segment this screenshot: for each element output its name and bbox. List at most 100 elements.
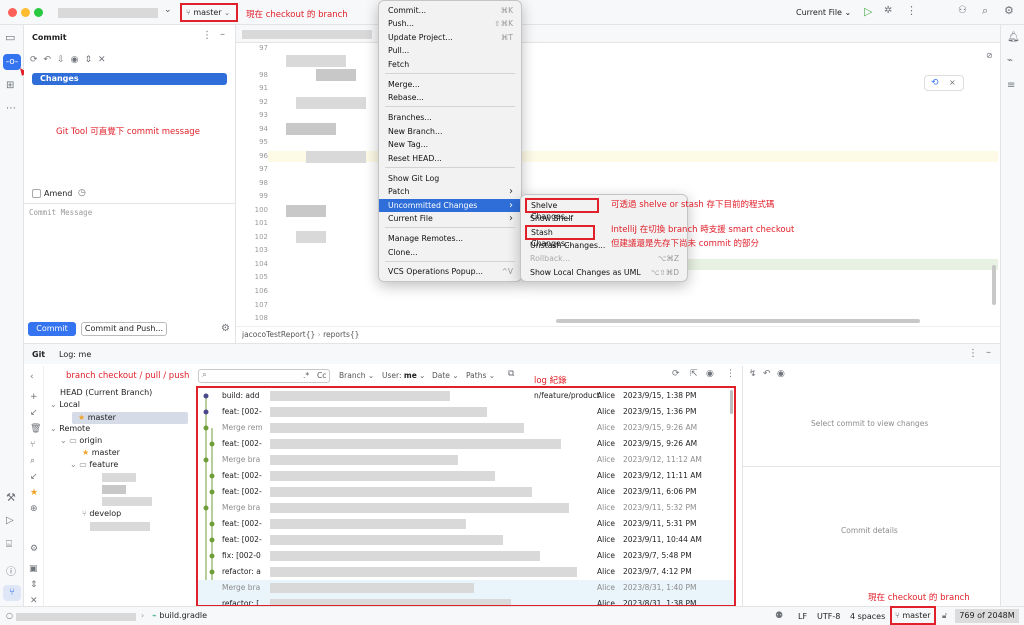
tree-node-origin-master[interactable]: ★ master [82,448,120,457]
tab-log-me[interactable]: Log: me [59,350,91,359]
branch-filter[interactable]: Branch ⌄ [339,371,374,380]
cherry-pick-icon[interactable]: ⇱ [690,369,698,379]
menu-item-clone[interactable]: Clone... [379,246,521,259]
log-row[interactable]: Merge bra Alice 2023/8/31, 1:40 PM [198,580,734,596]
debug-icon[interactable]: ✲ [884,5,892,16]
log-search-input[interactable]: ⌕ .* Cc [198,369,330,383]
terminal-icon[interactable]: ⌸ [6,539,12,550]
horizontal-scrollbar[interactable] [556,319,920,323]
account-icon[interactable]: ⚇ [958,5,967,16]
file-encoding[interactable]: UTF-8 [817,612,840,621]
run-tool-icon[interactable]: ▷ [6,515,14,526]
status-branch-widget[interactable]: ⑂ master [890,606,936,625]
collapse-branches-icon[interactable]: ‹ [30,372,34,382]
editor-tab[interactable] [242,30,372,39]
menu-item-manage-remotes[interactable]: Manage Remotes... [379,232,521,245]
file-path[interactable]: ⌁ build.gradle [152,611,207,620]
menu-item-fetch[interactable]: Fetch [379,58,521,71]
path-segment[interactable] [16,613,136,621]
diff-icon[interactable]: ↯ [749,369,757,379]
date-filter[interactable]: Date ⌄ [432,371,459,380]
tree-node-feature-branch[interactable] [102,497,152,506]
git-tool-icon[interactable]: ⑂ [3,585,21,601]
log-row[interactable]: Merge bra Alice 2023/9/11, 5:32 PM [198,500,734,516]
log-row[interactable]: feat: [002- Alice 2023/9/11, 6:06 PM [198,484,734,500]
breadcrumb-item[interactable]: jacocoTestReport{} [242,330,315,339]
tree-node-develop[interactable]: ⑂ develop [82,509,121,518]
log-row[interactable]: feat: [002- Alice 2023/9/12, 11:11 AM [198,468,734,484]
log-row[interactable]: feat: [002- Alice 2023/9/15, 9:26 AM [198,436,734,452]
tree-node-local[interactable]: ⌄ Local [50,400,80,409]
show-details-icon[interactable]: ◉ [706,369,714,379]
favorite-icon[interactable]: ★ [30,488,38,498]
close-icon[interactable]: × [949,78,956,87]
user-filter[interactable]: User: me ⌄ [382,371,425,380]
project-chevron-icon[interactable]: ⌄ [164,5,172,15]
branch-widget[interactable]: ⑂ master ⌄ [180,3,238,22]
add-icon[interactable]: + [30,392,38,402]
settings-icon[interactable]: ⚙ [1004,4,1014,17]
view-icon[interactable]: ◉ [777,369,785,379]
hide-panel-icon[interactable]: – [986,347,991,358]
tree-node-feature-branch[interactable] [102,473,136,482]
regex-toggle[interactable]: .* [303,371,309,380]
search-icon[interactable]: ⌕ [982,4,988,18]
preview-icon[interactable]: ▣ [29,564,38,574]
more-icon[interactable]: ⋮ [726,369,735,379]
indent-setting[interactable]: 4 spaces [850,612,885,621]
update-icon[interactable]: ↙ [30,408,38,418]
tree-node-feature[interactable]: ⌄ ▭ feature [70,460,118,469]
tree-node-origin[interactable]: ⌄ ▭ origin [60,436,102,445]
log-row[interactable]: feat: [002- Alice 2023/9/15, 1:36 PM [198,404,734,420]
menu-item-current-file[interactable]: Current File › [379,212,521,225]
commit-options-icon[interactable]: ⚙ [221,323,230,334]
menu-item-reset-head[interactable]: Reset HEAD... [379,152,521,165]
menu-item-merge[interactable]: Merge... [379,78,521,91]
panel-options-icon[interactable]: ⋮ [968,348,978,359]
search-icon[interactable]: ⌕ [30,456,35,466]
menu-item-commit[interactable]: Commit... ⌘K [379,4,521,17]
menu-item-patch[interactable]: Patch › [379,185,521,198]
log-row[interactable]: feat: [002- Alice 2023/9/11, 10:44 AM [198,532,734,548]
paths-filter[interactable]: Paths ⌄ [466,371,495,380]
commit-and-push-button[interactable]: Commit and Push... [81,322,167,336]
run-icon[interactable]: ▷ [864,5,872,18]
more-icon[interactable]: ⋮ [906,4,917,17]
tree-node-remote[interactable]: ⌄ Remote [50,424,90,433]
rollback-icon[interactable]: ↶ [44,55,58,65]
vertical-scrollbar[interactable] [992,265,996,305]
build-icon[interactable]: ⚒ [6,491,16,504]
database-icon[interactable]: ≡ [1007,80,1015,91]
commit-message-field[interactable]: Commit Message [29,208,229,318]
fetch-icon[interactable]: ↙ [30,472,38,482]
new-tab-icon[interactable]: ⧉ [508,369,514,379]
amend-checkbox[interactable] [32,189,41,198]
gradle-icon[interactable]: ⌁ [1007,55,1013,66]
menu-item-new-branch[interactable]: New Branch... [379,125,521,138]
run-config-selector[interactable]: Current File ⌄ [796,8,851,17]
expand-icon[interactable]: ⇕ [85,55,99,65]
menu-item-branches[interactable]: Branches... [379,111,521,124]
compare-icon[interactable]: ⑂ [30,440,35,450]
problems-icon[interactable]: ⓘ [6,563,16,578]
log-row[interactable]: build: add n/feature/product Alice 2023/9/1… [198,388,734,404]
log-row[interactable]: fix: [002-0 Alice 2023/9/7, 5:48 PM [198,548,734,564]
notifications-icon[interactable]: 🔔︎ [1007,32,1020,43]
lock-icon[interactable]: 🔓︎ [942,611,947,621]
ai-assistant-icon[interactable]: ⚉ [775,611,783,621]
update-icon[interactable]: ⇩ [57,55,71,65]
line-separator[interactable]: LF [798,612,807,621]
hide-panel-icon[interactable]: – [220,29,225,40]
menu-item-show-local-changes-uml[interactable]: Show Local Changes as UML ⌥⇧⌘D [521,266,687,279]
panel-options-icon[interactable]: ⋮ [202,30,212,41]
settings-icon[interactable]: ⚙ [30,544,38,554]
match-case-toggle[interactable]: Cc [317,371,326,380]
menu-item-pull[interactable]: Pull... [379,44,521,57]
collapse-icon[interactable]: ✕ [98,55,112,65]
menu-item-uncommitted-changes[interactable]: Uncommitted Changes › [379,199,521,212]
tree-node-feature-branch[interactable] [102,485,126,494]
tree-node-head[interactable]: HEAD (Current Branch) [60,388,152,397]
refresh-icon[interactable]: ⟳ [672,369,680,379]
memory-indicator[interactable]: 769 of 2048M [955,609,1019,623]
menu-item-vcs-operations-popup[interactable]: VCS Operations Popup... ^V [379,265,521,278]
